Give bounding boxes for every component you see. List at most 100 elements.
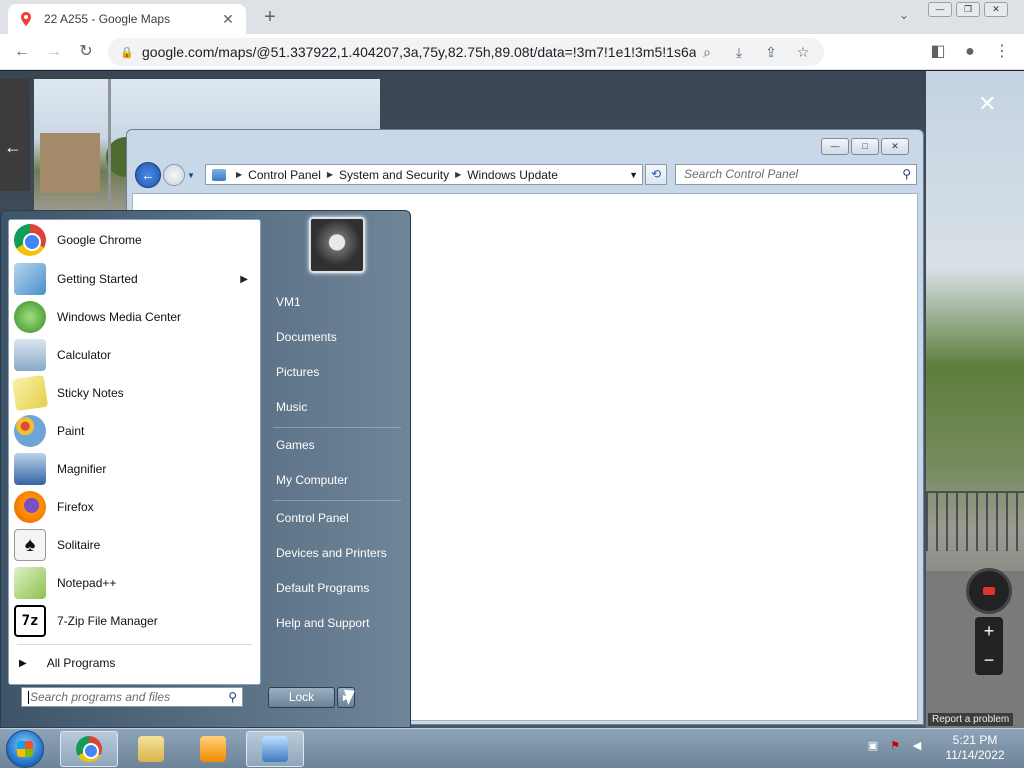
program-firefox[interactable]: Firefox (9, 488, 260, 526)
submenu-arrow-icon[interactable]: ▶ (240, 274, 248, 285)
volume-icon[interactable]: ◀ (910, 739, 924, 753)
notepad-plus-plus-icon (14, 567, 46, 599)
link-pictures[interactable]: Pictures (276, 365, 319, 379)
cp-forward-button[interactable] (163, 164, 185, 186)
reload-icon[interactable]: ↻ (74, 40, 98, 64)
address-dropdown-icon[interactable]: ▼ (629, 170, 638, 180)
program-calculator[interactable]: Calculator (9, 336, 260, 374)
breadcrumb-separator-icon[interactable]: ▶ (236, 170, 242, 179)
user-picture[interactable] (309, 217, 365, 273)
new-tab-button[interactable]: + (258, 6, 282, 30)
program-magnifier[interactable]: Magnifier (9, 450, 260, 488)
restore-button[interactable]: ❐ (956, 2, 980, 17)
street-view-side-panel: ← (0, 79, 30, 191)
minimize-button[interactable]: — (928, 2, 952, 17)
start-menu: Google Chrome Getting Started ▶ Windows … (0, 210, 411, 728)
taskbar-chrome-button[interactable] (60, 731, 118, 767)
program-notepad-plus-plus[interactable]: Notepad++ (9, 564, 260, 602)
profile-avatar-icon[interactable]: ● (958, 40, 982, 64)
lock-button[interactable]: Lock (268, 687, 335, 708)
share-icon[interactable]: ⇪ (760, 44, 782, 61)
program-sticky-notes[interactable]: Sticky Notes (9, 374, 260, 412)
link-control-panel[interactable]: Control Panel (276, 511, 349, 525)
back-arrow-icon[interactable]: ← (10, 40, 34, 64)
network-icon[interactable]: ▣ (866, 739, 880, 753)
start-button[interactable] (6, 730, 44, 768)
link-my-computer[interactable]: My Computer (276, 473, 348, 487)
cp-maximize-button[interactable]: □ (851, 138, 879, 155)
cp-refresh-button[interactable]: ⟲ (645, 164, 667, 185)
search-icon[interactable]: ⚲ (228, 690, 237, 704)
link-documents[interactable]: Documents (276, 330, 337, 344)
program-label: Sticky Notes (57, 386, 124, 400)
breadcrumb-system-and-security[interactable]: System and Security (339, 168, 449, 182)
control-panel-icon (262, 736, 288, 762)
program-getting-started[interactable]: Getting Started ▶ (9, 260, 260, 298)
all-programs-label: All Programs (46, 656, 116, 670)
clock-time: 5:21 PM (952, 733, 998, 747)
cp-back-button[interactable]: ← (135, 162, 161, 188)
clock-date: 11/14/2022 (945, 748, 1005, 762)
program-google-chrome[interactable]: Google Chrome (9, 220, 260, 260)
cp-recent-pages-dropdown-icon[interactable]: ▼ (187, 171, 197, 180)
zoom-in-button[interactable]: + (975, 617, 1003, 646)
close-window-button[interactable]: ✕ (984, 2, 1008, 17)
bookmark-star-icon[interactable]: ☆ (792, 44, 814, 61)
house-image (40, 133, 100, 193)
breadcrumb-separator-icon[interactable]: ▶ (455, 170, 461, 179)
link-games[interactable]: Games (276, 438, 315, 452)
tab-close-icon[interactable]: ✕ (220, 11, 236, 28)
zoom-control: + − (975, 617, 1003, 675)
link-music[interactable]: Music (276, 400, 307, 414)
browser-toolbar: ← → ↻ 🔒 google.com/maps/@51.337922,1.404… (0, 34, 1024, 70)
install-download-icon[interactable]: ⤓ (728, 44, 750, 61)
lock-icon[interactable]: 🔒 (120, 46, 134, 59)
breadcrumb-control-panel[interactable]: Control Panel (248, 168, 321, 182)
search-lens-icon[interactable]: ⌕ (696, 44, 718, 61)
text-cursor (28, 691, 29, 705)
solitaire-icon: ♠ (14, 529, 46, 561)
taskbar-control-panel-button[interactable] (246, 731, 304, 767)
program-solitaire[interactable]: ♠ Solitaire (9, 526, 260, 564)
browser-tab-google-maps[interactable]: 22 A255 - Google Maps ✕ (8, 4, 246, 34)
program-windows-media-center[interactable]: Windows Media Center (9, 298, 260, 336)
cp-search-input[interactable]: Search Control Panel ⚲ (675, 164, 917, 185)
cp-address-bar[interactable]: ▶ Control Panel ▶ System and Security ▶ … (205, 164, 643, 185)
compass-icon[interactable] (966, 568, 1012, 614)
address-bar-url[interactable]: google.com/maps/@51.337922,1.404207,3a,7… (142, 44, 696, 60)
start-search-input[interactable]: Search programs and files ⚲ (21, 687, 243, 707)
side-panel-icon[interactable]: ◧ (926, 40, 950, 64)
breadcrumb-windows-update[interactable]: Windows Update (467, 168, 558, 182)
link-default-programs[interactable]: Default Programs (276, 581, 369, 595)
forward-arrow-icon[interactable]: → (42, 40, 66, 64)
all-programs-button[interactable]: ▶ All Programs (9, 649, 260, 677)
street-view-back-icon[interactable]: ← (4, 137, 22, 158)
tab-title: 22 A255 - Google Maps (44, 12, 171, 26)
start-menu-right-pane: VM1 Documents Pictures Music Games My Co… (265, 211, 411, 729)
lamp-post-image (108, 79, 111, 211)
street-view-close-icon[interactable]: ✕ (978, 91, 996, 117)
program-7-zip-file-manager[interactable]: 7z 7-Zip File Manager (9, 602, 260, 640)
taskbar-clock[interactable]: 5:21 PM 11/14/2022 (940, 733, 1010, 763)
cp-close-button[interactable]: ✕ (881, 138, 909, 155)
link-help-and-support[interactable]: Help and Support (276, 616, 369, 630)
browser-tab-strip: 22 A255 - Google Maps ✕ + ⌄ — ❐ ✕ (0, 0, 1024, 34)
taskbar-media-player-button[interactable] (184, 731, 242, 767)
tab-search-chevron-icon[interactable]: ⌄ (894, 8, 914, 28)
link-devices-and-printers[interactable]: Devices and Printers (276, 546, 387, 560)
cp-minimize-button[interactable]: — (821, 138, 849, 155)
report-problem-link[interactable]: Report a problem (928, 713, 1014, 726)
program-paint[interactable]: Paint (9, 412, 260, 450)
browser-menu-icon[interactable]: ⋮ (990, 40, 1014, 64)
start-menu-programs-pane: Google Chrome Getting Started ▶ Windows … (8, 219, 261, 685)
link-vm1[interactable]: VM1 (276, 295, 301, 309)
taskbar-explorer-button[interactable] (122, 731, 180, 767)
zoom-out-button[interactable]: − (975, 646, 1003, 675)
address-bar[interactable]: 🔒 google.com/maps/@51.337922,1.404207,3a… (108, 38, 824, 66)
google-maps-pin-icon (21, 12, 31, 26)
search-icon[interactable]: ⚲ (902, 167, 911, 181)
action-center-flag-icon[interactable]: ⚑ (888, 739, 902, 753)
program-label: Notepad++ (57, 576, 117, 590)
breadcrumb-separator-icon[interactable]: ▶ (327, 170, 333, 179)
program-label: Getting Started (57, 272, 138, 286)
